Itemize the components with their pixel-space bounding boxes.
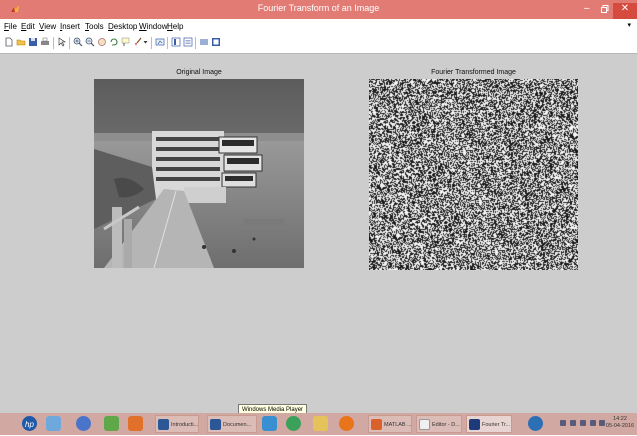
restore-icon — [601, 5, 609, 13]
tray-security-icon[interactable] — [580, 420, 586, 426]
taskbar-button-label: Editor - D... — [432, 422, 460, 428]
menu-help-rest: elp — [172, 22, 184, 31]
taskbar-word-document[interactable]: Documen... — [207, 415, 257, 433]
tray-network-icon[interactable] — [570, 420, 576, 426]
menu-view-rest: iew — [44, 22, 57, 31]
tray-arrow-icon[interactable] — [560, 420, 566, 426]
menu-tools[interactable]: Tools — [85, 22, 104, 31]
menu-desktop-rest: esktop — [113, 22, 138, 31]
taskbar-matlab[interactable]: MATLAB ... — [368, 415, 412, 433]
chrome-icon[interactable] — [286, 416, 301, 431]
link-plot-icon[interactable] — [155, 37, 165, 47]
taskbar-button-label: MATLAB ... — [384, 422, 412, 428]
menu-file[interactable]: File — [4, 22, 17, 31]
menu-insert[interactable]: Insert — [60, 22, 80, 31]
zoom-out-icon[interactable] — [85, 37, 95, 47]
new-figure-icon[interactable] — [4, 37, 14, 47]
taskbar-word-introduction[interactable]: Introducti... — [155, 415, 199, 433]
browser-icon[interactable] — [76, 416, 91, 431]
toolbar-separator — [69, 37, 70, 49]
menu-window[interactable]: Window — [139, 22, 167, 31]
hide-plot-tools-icon[interactable] — [199, 37, 209, 47]
data-cursor-icon[interactable] — [121, 37, 131, 47]
hp-start-icon[interactable]: hp — [22, 416, 37, 431]
taskbar-button-label: Fourier Tr... — [482, 422, 511, 428]
taskbar-fourier-figure[interactable]: Fourier Tr... — [466, 415, 512, 433]
figure-icon — [469, 419, 480, 430]
svg-text:hp: hp — [25, 420, 34, 429]
toolbar-separator — [151, 37, 152, 49]
fourier-image-title: Fourier Transformed Image — [431, 69, 516, 76]
windows-media-player-icon[interactable] — [262, 416, 277, 431]
original-image — [94, 79, 304, 268]
editor-icon — [419, 419, 430, 430]
menu-window-rest: indow — [146, 22, 168, 31]
word-icon — [210, 419, 221, 430]
toolbar-separator — [167, 37, 168, 49]
print-icon[interactable] — [40, 37, 50, 47]
taskbar-button-label: Introducti... — [171, 422, 199, 428]
help-icon[interactable] — [528, 416, 543, 431]
title-bar[interactable]: Fourier Transform of an Image – ✕ — [0, 0, 637, 20]
word-icon — [158, 419, 169, 430]
menu-edit[interactable]: Edit — [21, 22, 35, 31]
taskbar-clock[interactable]: 14:22 05-04-2016 — [605, 416, 635, 430]
window-title: Fourier Transform of an Image — [257, 3, 380, 13]
explorer-icon[interactable] — [313, 416, 328, 431]
menu-desktop[interactable]: Desktop — [108, 22, 137, 31]
menu-file-rest: ile — [8, 22, 17, 31]
menu-bar: File Edit View Insert Tools Desktop Wind… — [0, 19, 637, 34]
taskbar-button-label: Documen... — [223, 422, 252, 428]
colorbar-icon[interactable] — [171, 37, 181, 47]
windows-taskbar: hp Introducti... Documen... MATLAB ... E… — [0, 413, 637, 435]
menu-edit-rest: dit — [26, 22, 35, 31]
zoom-in-icon[interactable] — [73, 37, 83, 47]
pan-icon[interactable] — [97, 37, 107, 47]
app-icon[interactable] — [104, 416, 119, 431]
menu-window-key: W — [139, 22, 147, 31]
menu-help[interactable]: Help — [167, 22, 183, 31]
hp-logo-icon: hp — [25, 420, 34, 429]
original-image-title: Original Image — [176, 69, 222, 76]
minimize-button[interactable]: – — [584, 3, 590, 15]
brush-dropdown-icon[interactable] — [143, 37, 148, 47]
legend-icon[interactable] — [183, 37, 193, 47]
save-icon[interactable] — [28, 37, 38, 47]
menu-view[interactable]: View — [39, 22, 56, 31]
fourier-transformed-image — [369, 79, 578, 270]
clock-time: 14:22 — [613, 416, 627, 422]
folder-icon[interactable] — [46, 416, 61, 431]
clock-date: 05-04-2016 — [605, 423, 635, 429]
edit-plot-icon[interactable] — [57, 37, 67, 47]
brush-icon[interactable] — [133, 37, 143, 47]
menu-overflow-arrow-icon[interactable]: ▾ — [627, 21, 631, 29]
rotate-3d-icon[interactable] — [109, 37, 119, 47]
show-plot-tools-icon[interactable] — [211, 37, 221, 47]
tray-wifi-icon[interactable] — [590, 420, 596, 426]
toolbar-separator — [195, 37, 196, 49]
media-icon[interactable] — [128, 416, 143, 431]
open-file-icon[interactable] — [16, 37, 26, 47]
matlab-figure-window: Fourier Transform of an Image – ✕ File E… — [0, 0, 637, 435]
menu-insert-rest: nsert — [62, 22, 81, 31]
figure-toolbar — [0, 34, 637, 54]
close-button[interactable]: ✕ — [613, 3, 637, 20]
menu-tools-rest: ools — [89, 22, 104, 31]
matlab-icon — [371, 419, 382, 430]
taskbar-editor[interactable]: Editor - D... — [416, 415, 462, 433]
firefox-icon[interactable] — [339, 416, 354, 431]
toolbar-separator — [53, 37, 54, 49]
